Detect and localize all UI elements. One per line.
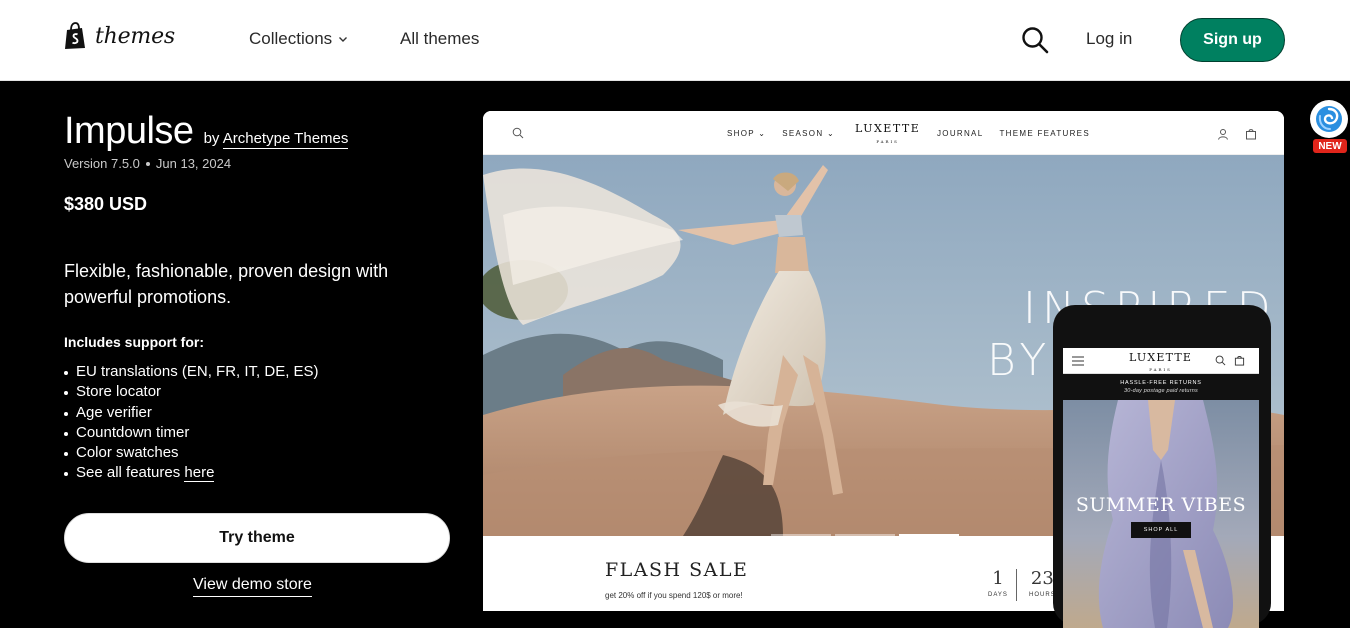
title-row: Impulse by Archetype Themes (64, 110, 349, 153)
mobile-announcement-bar: HASSLE-FREE RETURNS 30-day postage paid … (1063, 374, 1259, 400)
version-meta: Version 7.5.0 Jun 13, 2024 (64, 156, 231, 171)
countdown-hours: 23 HOURS (1029, 568, 1056, 599)
preview-logo: LUXETTE PARIS (855, 122, 921, 144)
mobile-header: LUXETTE PARIS (1063, 348, 1259, 374)
author-line: by Archetype Themes (203, 130, 349, 149)
user-icon (1218, 129, 1228, 140)
search-icon[interactable] (1020, 25, 1050, 55)
extension-logo (1310, 100, 1348, 138)
browser-extension-badge[interactable]: NEW (1309, 98, 1349, 156)
flash-sale-subtitle: get 20% off if you spend 120$ or more! (605, 591, 743, 600)
list-item: Color swatches (64, 443, 319, 463)
author-link[interactable]: Archetype Themes (222, 130, 349, 149)
top-nav: themes Collections All themes Log in Sig… (0, 0, 1350, 81)
list-item: Countdown timer (64, 423, 319, 443)
shopping-bag-icon (1234, 356, 1245, 366)
try-theme-button[interactable]: Try theme (64, 513, 450, 563)
hamburger-menu-icon (1072, 356, 1084, 366)
feature-list: EU translations (EN, FR, IT, DE, ES) Sto… (64, 362, 319, 484)
swirl-icon (1316, 106, 1342, 132)
countdown-hours-label: HOURS (1029, 592, 1056, 598)
preview-menu-theme-features: THEME FEATURES (999, 129, 1090, 138)
preview-menu-journal: JOURNAL (937, 129, 984, 138)
brand-name: themes (95, 23, 176, 49)
separator-dot (145, 161, 150, 166)
announcement-line-2: 30-day postage paid returns (1124, 388, 1198, 394)
see-all-features-link[interactable]: here (184, 464, 215, 483)
mobile-hero-title: SUMMER VIBES (1075, 494, 1247, 516)
preview-menu-shop: SHOP ⌄ (727, 129, 767, 138)
search-icon (512, 127, 524, 139)
theme-tagline: Flexible, fashionable, proven design wit… (64, 261, 389, 307)
mobile-logo: LUXETTE PARIS (1129, 351, 1193, 372)
countdown-days-label: DAYS (988, 592, 1008, 598)
shop-all-button[interactable]: SHOP ALL (1131, 522, 1191, 538)
see-all-text: See all features (76, 464, 181, 482)
new-badge: NEW (1313, 139, 1347, 153)
mobile-preview: LUXETTE PARIS HASSLE-FREE RETURNS 30-day… (1053, 305, 1271, 628)
chevron-down-icon (339, 37, 348, 42)
release-date: Jun 13, 2024 (155, 156, 232, 171)
preview-menu-left: SHOP ⌄ SEASON ⌄ (727, 129, 835, 138)
countdown-hours-value: 23 (1030, 568, 1054, 589)
countdown-days: 1 DAYS (988, 568, 1008, 599)
support-heading: Includes support for: (64, 334, 204, 350)
countdown-divider (1016, 569, 1017, 601)
nav-collections[interactable]: Collections (249, 29, 348, 49)
list-item-see-all: See all features here (64, 463, 319, 483)
view-demo-store-link[interactable]: View demo store (193, 576, 312, 597)
shopify-themes-logo[interactable]: themes (63, 22, 175, 50)
nav-all-themes[interactable]: All themes (400, 29, 479, 49)
preview-menu-right: JOURNAL THEME FEATURES (937, 129, 1090, 138)
list-item: Store locator (64, 382, 319, 402)
mobile-screen: LUXETTE PARIS HASSLE-FREE RETURNS 30-day… (1063, 348, 1259, 628)
login-link[interactable]: Log in (1086, 29, 1132, 49)
preview-menu-season: SEASON ⌄ (782, 129, 835, 138)
nav-collections-label: Collections (249, 29, 333, 48)
preview-header: SHOP ⌄ SEASON ⌄ LUXETTE PARIS JOURNAL TH… (483, 111, 1284, 155)
announcement-line-1: HASSLE-FREE RETURNS (1120, 380, 1202, 386)
signup-button[interactable]: Sign up (1180, 18, 1285, 62)
mobile-hero-image: SUMMER VIBES SHOP ALL (1063, 400, 1259, 628)
by-prefix: by (203, 130, 220, 147)
list-item: EU translations (EN, FR, IT, DE, ES) (64, 362, 319, 382)
cart-icon (1246, 129, 1256, 140)
list-item: Age verifier (64, 403, 319, 423)
theme-price: $380 USD (64, 194, 148, 214)
version-text: Version 7.5.0 (64, 156, 140, 171)
shopify-bag-icon (65, 22, 85, 49)
theme-title: Impulse (64, 110, 194, 152)
search-icon (1215, 355, 1226, 366)
countdown-days-value: 1 (992, 568, 1004, 589)
flash-sale-title: FLASH SALE (605, 559, 749, 581)
